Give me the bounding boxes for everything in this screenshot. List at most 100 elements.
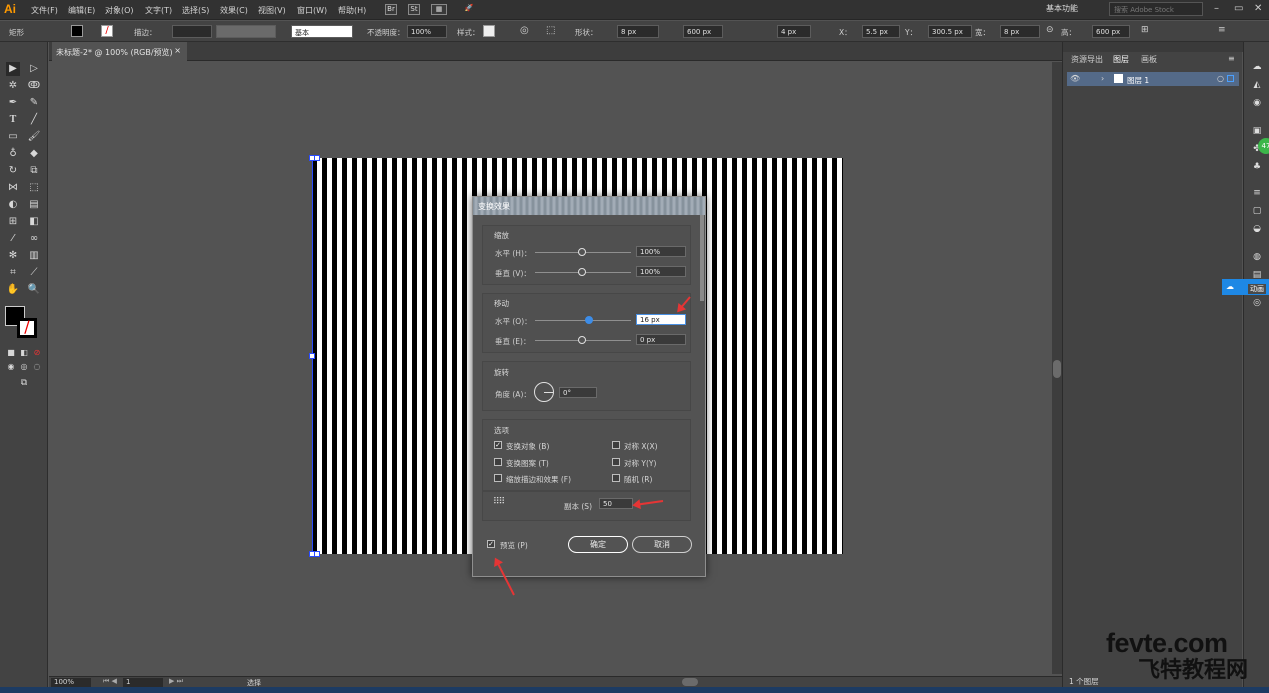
height-input[interactable]: 600 px — [1092, 25, 1130, 38]
scale-vertical-input[interactable]: 100% — [636, 266, 686, 277]
width-tool-icon[interactable]: ⋈ — [6, 181, 20, 195]
gpu-icon[interactable]: 🚀 — [463, 4, 475, 15]
selection-handle[interactable] — [314, 551, 320, 557]
hand-tool-icon[interactable]: ✋ — [6, 283, 20, 297]
move-horizontal-slider[interactable] — [535, 320, 631, 321]
stroke-weight-input[interactable] — [172, 25, 212, 38]
zoom-tool-icon[interactable]: 🔍 — [27, 283, 41, 297]
tab-layers[interactable]: 图层 — [1113, 54, 1129, 65]
corner-radius-input[interactable]: 4 px — [777, 25, 811, 38]
expand-chevron-icon[interactable]: › — [1101, 74, 1104, 83]
layer-name[interactable]: 图层 1 — [1127, 75, 1149, 86]
shaper-tool-icon[interactable]: ♁ — [6, 147, 20, 161]
bridge-icon[interactable]: Br — [385, 4, 397, 15]
mesh-tool-icon[interactable]: ⊞ — [6, 215, 20, 229]
scale-tool-icon[interactable]: ⧉ — [27, 164, 41, 178]
symbols-icon[interactable]: ▣ — [1251, 126, 1263, 137]
transform-patterns-checkbox[interactable] — [494, 458, 502, 466]
artboard-number[interactable]: 1 — [123, 678, 163, 687]
selection-tool-icon[interactable]: ▶ — [6, 62, 20, 76]
magic-wand-tool-icon[interactable]: ✲ — [6, 79, 20, 93]
eraser-tool-icon[interactable]: ◆ — [27, 147, 41, 161]
free-transform-tool-icon[interactable]: ⬚ — [27, 181, 41, 195]
ok-button[interactable]: 确定 — [568, 536, 628, 553]
copies-input[interactable]: 50 — [599, 498, 633, 509]
pathfinder-icon[interactable]: ◎ — [1251, 298, 1263, 309]
document-tab[interactable]: 未标题-2* @ 100% (RGB/预览) × — [52, 42, 187, 61]
menu-help[interactable]: 帮助(H) — [338, 5, 366, 16]
vertical-scroll-thumb[interactable] — [1053, 360, 1061, 378]
lasso-tool-icon[interactable]: ↂ — [27, 79, 41, 93]
cancel-button[interactable]: 取消 — [632, 536, 692, 553]
close-tab-icon[interactable]: × — [174, 46, 181, 55]
recolor-icon[interactable]: ◎ — [520, 25, 529, 36]
swatches-icon[interactable]: ◉ — [1251, 98, 1263, 109]
curvature-tool-icon[interactable]: ✎ — [27, 96, 41, 110]
line-tool-icon[interactable]: ╱ — [27, 113, 41, 127]
link-proportions-icon[interactable]: ⊝ — [1046, 25, 1054, 35]
stroke-icon[interactable]: ≡ — [1251, 188, 1263, 199]
control-menu-icon[interactable]: ≡ — [1218, 25, 1226, 35]
tab-asset-export[interactable]: 资源导出 — [1071, 54, 1103, 65]
pen-tool-icon[interactable]: ✒ — [6, 96, 20, 110]
tab-artboards[interactable]: 画板 — [1141, 54, 1157, 65]
move-vertical-input[interactable]: 0 px — [636, 334, 686, 345]
scale-horizontal-input[interactable]: 100% — [636, 246, 686, 257]
move-vertical-knob[interactable] — [578, 336, 586, 344]
opacity-input[interactable]: 100% — [407, 25, 447, 38]
blend-tool-icon[interactable]: ∞ — [27, 232, 41, 246]
color-mode-icon[interactable]: ■ — [4, 346, 18, 360]
menu-view[interactable]: 视图(V) — [258, 5, 286, 16]
scale-horizontal-knob[interactable] — [578, 248, 586, 256]
dialog-scrollbar[interactable] — [700, 215, 704, 301]
reflect-y-checkbox[interactable] — [612, 458, 620, 466]
close-icon[interactable]: ✕ — [1254, 3, 1262, 14]
layer-row[interactable]: 👁 › 图层 1 ○ — [1067, 72, 1239, 86]
arrange-documents-icon[interactable]: ▦ — [431, 4, 447, 15]
draw-normal-icon[interactable]: ◉ — [4, 360, 18, 374]
gradient-icon[interactable]: ▢ — [1251, 206, 1263, 217]
rectangle-tool-icon[interactable]: ▭ — [6, 130, 20, 144]
symbol-sprayer-tool-icon[interactable]: ✻ — [6, 249, 20, 263]
menu-object[interactable]: 对象(O) — [105, 5, 134, 16]
reflect-x-checkbox[interactable] — [612, 441, 620, 449]
perspective-grid-tool-icon[interactable]: ▤ — [27, 198, 41, 212]
next-artboard-icon[interactable]: ▶ ⏭ — [169, 677, 183, 686]
align-icon[interactable]: ⬚ — [546, 25, 555, 36]
notification-badge[interactable]: 47 — [1258, 138, 1269, 154]
menu-effect[interactable]: 效果(C) — [220, 5, 248, 16]
visibility-eye-icon[interactable]: 👁 — [1070, 74, 1080, 83]
selection-handle[interactable] — [314, 155, 320, 161]
graphic-style-swatch[interactable] — [483, 25, 495, 37]
graphic-styles-icon[interactable]: ♣ — [1251, 162, 1263, 173]
cc-libraries-icon[interactable]: ☁ — [1251, 62, 1263, 73]
rotate-tool-icon[interactable]: ↻ — [6, 164, 20, 178]
shape-width-input[interactable]: 8 px — [617, 25, 659, 38]
prev-artboard-icon[interactable]: ⏮ ◀ — [103, 677, 117, 686]
eyedropper-tool-icon[interactable]: ⁄ — [6, 232, 20, 246]
appearance-icon[interactable]: ◍ — [1251, 252, 1263, 263]
target-icon[interactable]: ○ — [1217, 74, 1224, 83]
menu-file[interactable]: 文件(F) — [31, 5, 58, 16]
stock-icon[interactable]: St — [408, 4, 420, 15]
gradient-mode-icon[interactable]: ◧ — [17, 346, 31, 360]
transform-icon[interactable]: ⊞ — [1141, 25, 1149, 35]
random-checkbox[interactable] — [612, 474, 620, 482]
selection-handle[interactable] — [309, 353, 315, 359]
zoom-level[interactable]: 100% — [51, 678, 91, 687]
shape-builder-tool-icon[interactable]: ◐ — [6, 198, 20, 212]
slice-tool-icon[interactable]: ⟋ — [27, 266, 41, 280]
fill-swatch[interactable] — [71, 25, 83, 37]
vertical-scrollbar[interactable] — [1052, 62, 1062, 674]
angle-input[interactable]: 0° — [559, 387, 597, 398]
stroke-swatch[interactable]: / — [101, 25, 113, 37]
minimize-icon[interactable]: – — [1214, 3, 1219, 14]
gradient-tool-icon[interactable]: ◧ — [27, 215, 41, 229]
direct-selection-tool-icon[interactable]: ▷ — [27, 62, 41, 76]
screen-mode-icon[interactable]: ⧉ — [17, 376, 31, 390]
dialog-title[interactable]: 变换效果 — [473, 197, 705, 215]
angle-dial[interactable] — [534, 382, 554, 402]
properties-icon[interactable]: ◭ — [1251, 80, 1263, 91]
shape-height-input[interactable]: 600 px — [683, 25, 723, 38]
x-input[interactable]: 5.5 px — [862, 25, 900, 38]
